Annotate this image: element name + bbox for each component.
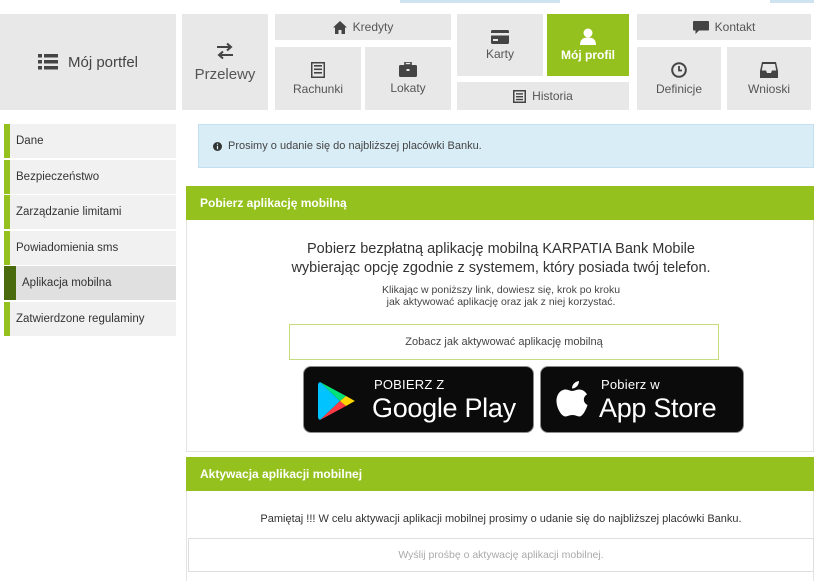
transfer-arrows-icon bbox=[217, 42, 233, 59]
google-play-small-text: POBIERZ Z bbox=[374, 377, 445, 392]
nav-history[interactable]: Historia bbox=[457, 82, 629, 110]
sidebar-item-label: Zarządzanie limitami bbox=[16, 206, 122, 218]
profile-sidebar: Dane Bezpieczeństwo Zarządzanie limitami… bbox=[4, 124, 176, 337]
activation-panel: Pamiętaj !!! W celu aktywacji aplikacji … bbox=[186, 491, 814, 581]
home-icon bbox=[332, 20, 347, 34]
download-headline: Pobierz bezpłatną aplikację mobilną KARP… bbox=[307, 241, 695, 257]
nav-label: Karty bbox=[485, 46, 514, 61]
nav-label: Lokaty bbox=[390, 81, 426, 95]
sidebar-item-sms-notifications[interactable]: Powiadomienia sms bbox=[4, 230, 176, 265]
inbox-icon bbox=[760, 61, 778, 78]
briefcase-icon bbox=[399, 62, 417, 77]
info-alert: Prosimy o udanie się do najbliższej plac… bbox=[198, 124, 814, 168]
download-panel: Pobierz bezpłatną aplikację mobilną KARP… bbox=[186, 220, 814, 452]
activation-panel-title: Aktywacja aplikacji mobilnej bbox=[186, 457, 814, 491]
sidebar-item-label: Powiadomienia sms bbox=[16, 241, 119, 254]
app-store-big-text: App Store bbox=[599, 393, 717, 423]
list-icon bbox=[37, 54, 58, 70]
nav-label: Wnioski bbox=[747, 81, 790, 96]
sidebar-item-limits[interactable]: Zarządzanie limitami bbox=[4, 195, 176, 229]
sidebar-item-mobile-app[interactable]: Aplikacja mobilna bbox=[4, 266, 176, 300]
chat-bubble-icon bbox=[692, 20, 709, 34]
nav-credits[interactable]: Kredyty bbox=[275, 14, 451, 40]
alert-text: Prosimy o udanie się do najbliższej plac… bbox=[228, 140, 482, 152]
google-play-badge[interactable]: POBIERZ Z Google Play bbox=[303, 366, 534, 433]
apple-icon bbox=[556, 381, 588, 417]
nav-definitions[interactable]: Definicje bbox=[637, 47, 721, 110]
sidebar-item-data[interactable]: Dane bbox=[4, 124, 176, 158]
google-play-big-text: Google Play bbox=[372, 393, 516, 423]
sidebar-item-security[interactable]: Bezpieczeństwo bbox=[4, 159, 176, 194]
nav-transfers[interactable]: Przelewy bbox=[182, 14, 268, 110]
download-panel-title: Pobierz aplikację mobilną bbox=[186, 186, 814, 220]
ledger-icon bbox=[311, 61, 325, 78]
clock-icon bbox=[671, 61, 687, 78]
credit-card-icon bbox=[491, 29, 509, 44]
nav-label: Mój portfel bbox=[67, 53, 139, 71]
google-play-icon bbox=[318, 382, 355, 420]
nav-label: Przelewy bbox=[194, 65, 256, 83]
nav-my-portfolio[interactable]: Mój portfel bbox=[0, 14, 176, 110]
nav-applications[interactable]: Wnioski bbox=[727, 47, 811, 110]
request-activation-button[interactable]: Wyślij prośbę o aktywację aplikacji mobi… bbox=[188, 538, 814, 572]
info-icon bbox=[213, 141, 222, 151]
download-headline: wybierając opcję zgodnie z systemem, któ… bbox=[291, 260, 711, 276]
download-info: jak aktywować aplikację oraz jak z niej … bbox=[386, 296, 616, 308]
main-navigation: Mój portfel Przelewy Kredyty Rachunki Lo… bbox=[0, 0, 814, 112]
how-to-activate-link[interactable]: Zobacz jak aktywować aplikację mobilną bbox=[289, 324, 719, 360]
activation-note: Pamiętaj !!! W celu aktywacji aplikacji … bbox=[260, 513, 742, 525]
sidebar-item-label: Zatwierdzone regulaminy bbox=[16, 312, 145, 325]
nav-cards[interactable]: Karty bbox=[457, 14, 543, 76]
app-store-badge[interactable]: Pobierz w App Store bbox=[540, 366, 744, 433]
nav-deposits[interactable]: Lokaty bbox=[365, 47, 451, 110]
nav-label: Mój profil bbox=[561, 48, 615, 62]
sidebar-item-label: Bezpieczeństwo bbox=[16, 170, 100, 183]
nav-label: Kredyty bbox=[352, 20, 394, 34]
nav-my-profile[interactable]: Mój profil bbox=[547, 14, 629, 76]
nav-label: Historia bbox=[532, 89, 573, 103]
nav-label: Rachunki bbox=[292, 81, 344, 96]
document-list-icon bbox=[513, 89, 527, 103]
app-store-small-text: Pobierz w bbox=[601, 377, 660, 392]
sidebar-item-label: Dane bbox=[16, 135, 44, 147]
sidebar-item-label: Aplikacja mobilna bbox=[22, 277, 112, 289]
download-info: Klikając w poniższy link, dowiesz się, k… bbox=[381, 284, 621, 296]
user-icon bbox=[580, 28, 596, 45]
nav-contact[interactable]: Kontakt bbox=[637, 14, 811, 40]
nav-label: Kontakt bbox=[714, 20, 756, 34]
sidebar-item-accepted-terms[interactable]: Zatwierdzone regulaminy bbox=[4, 301, 176, 336]
nav-label: Definicje bbox=[655, 81, 703, 96]
nav-accounts[interactable]: Rachunki bbox=[275, 47, 361, 110]
